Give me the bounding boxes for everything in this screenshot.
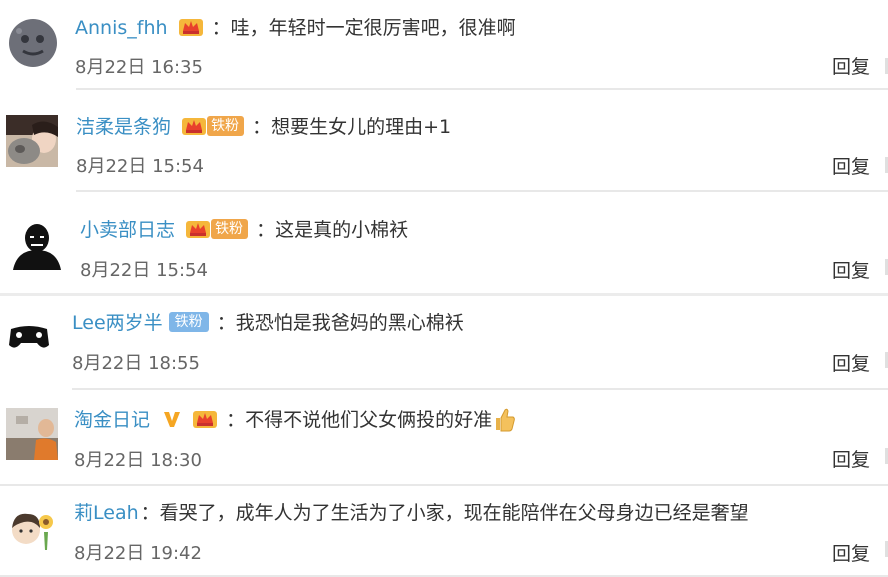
username[interactable]: 淘金日记 bbox=[74, 409, 150, 431]
comment-text: 不得不说他们父女俩投的好准 bbox=[245, 409, 493, 431]
comment-text: 想要生女儿的理由+1 bbox=[271, 116, 452, 138]
reply-button[interactable]: 回复 bbox=[832, 52, 870, 79]
colon: ： bbox=[256, 219, 276, 241]
timestamp: 8月22日 15:54 bbox=[80, 260, 208, 281]
timestamp: 8月22日 18:30 bbox=[74, 450, 202, 471]
timestamp: 8月22日 16:35 bbox=[75, 57, 203, 78]
fan-badge: 铁粉 bbox=[211, 218, 249, 239]
reply-button[interactable]: 回复 bbox=[832, 445, 870, 472]
reply-button[interactable]: 回复 bbox=[832, 256, 870, 283]
avatar[interactable] bbox=[6, 502, 58, 554]
reply-button[interactable]: 回复 bbox=[832, 539, 870, 566]
username[interactable]: Lee两岁半 bbox=[72, 312, 163, 334]
colon: ： bbox=[140, 502, 160, 524]
timestamp: 8月22日 18:55 bbox=[72, 353, 200, 374]
verified-v-icon bbox=[164, 411, 181, 427]
username[interactable]: 洁柔是条狗 bbox=[76, 116, 171, 138]
crown-badge-icon bbox=[182, 117, 207, 135]
crown-badge-icon bbox=[193, 410, 218, 428]
reply-button[interactable]: 回复 bbox=[832, 349, 870, 376]
colon: ： bbox=[226, 409, 246, 431]
comment-text: 我恐怕是我爸妈的黑心棉袄 bbox=[235, 312, 464, 334]
avatar[interactable] bbox=[6, 408, 58, 460]
comment-list: Annis_fhh ：哇，年轻时一定很厉害吧，很准啊 8月22日 16:35 回… bbox=[0, 0, 888, 577]
divider bbox=[0, 293, 888, 296]
fan-badge: 铁粉 bbox=[168, 311, 209, 332]
crown-badge-icon bbox=[186, 220, 211, 238]
timestamp: 8月22日 15:54 bbox=[76, 156, 204, 177]
avatar[interactable] bbox=[3, 311, 55, 363]
reply-button[interactable]: 回复 bbox=[832, 152, 870, 179]
avatar[interactable] bbox=[11, 218, 63, 270]
comment-text: 看哭了，成年人为了生活为了小家，现在能陪伴在父母身边已经是奢望 bbox=[159, 502, 749, 524]
thumbs-up-icon bbox=[496, 408, 516, 431]
divider bbox=[72, 388, 888, 390]
username[interactable]: 莉Leah bbox=[74, 502, 139, 524]
username[interactable]: Annis_fhh bbox=[75, 17, 168, 39]
divider bbox=[76, 88, 888, 90]
avatar[interactable] bbox=[6, 115, 58, 167]
divider bbox=[0, 484, 888, 486]
comment-text: 这是真的小棉袄 bbox=[275, 219, 409, 241]
fan-badge: 铁粉 bbox=[207, 115, 245, 136]
colon: ： bbox=[211, 17, 231, 39]
avatar[interactable] bbox=[7, 17, 59, 69]
comment-text: 哇，年轻时一定很厉害吧，很准啊 bbox=[230, 17, 516, 39]
colon: ： bbox=[252, 116, 272, 138]
colon: ： bbox=[216, 312, 236, 334]
username[interactable]: 小卖部日志 bbox=[80, 219, 175, 241]
divider bbox=[76, 190, 888, 192]
crown-badge-icon bbox=[178, 18, 203, 36]
timestamp: 8月22日 19:42 bbox=[74, 543, 202, 564]
